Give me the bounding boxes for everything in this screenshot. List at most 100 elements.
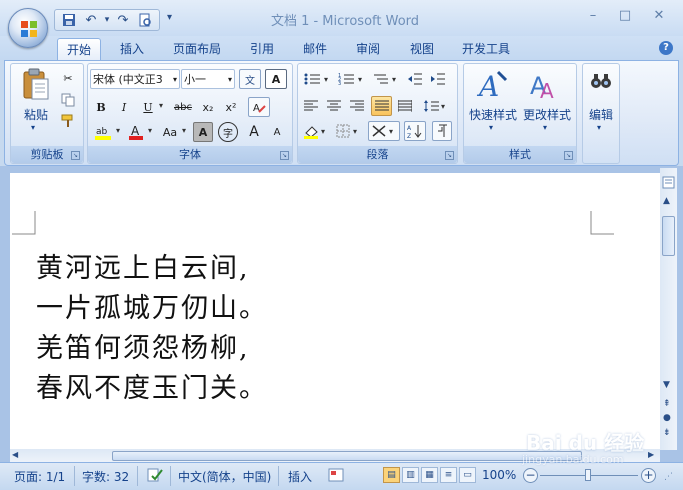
chevron-down-icon[interactable]: ▾: [489, 123, 493, 132]
chevron-down-icon[interactable]: ▾: [182, 126, 186, 135]
font-color-button[interactable]: A: [126, 122, 146, 142]
enclose-char-button[interactable]: 字: [218, 122, 238, 142]
scroll-left-icon[interactable]: ◀: [12, 450, 18, 459]
align-center-icon[interactable]: [324, 96, 344, 116]
editing-button[interactable]: 编辑: [582, 106, 620, 123]
insert-mode[interactable]: 插入: [288, 468, 312, 485]
copy-icon[interactable]: [58, 90, 78, 110]
highlight-button[interactable]: ab: [92, 122, 114, 142]
bold-button[interactable]: B: [92, 97, 110, 117]
tab-review[interactable]: 审阅: [348, 38, 388, 60]
tab-developer[interactable]: 开发工具: [454, 38, 518, 60]
dialog-launcher-icon[interactable]: ↘: [71, 151, 80, 160]
tab-references[interactable]: 引用: [242, 38, 282, 60]
borders-icon[interactable]: ▾: [334, 121, 364, 141]
scissors-icon[interactable]: ✂: [58, 68, 78, 88]
chevron-down-icon[interactable]: ▾: [103, 15, 111, 25]
phonetic-guide-button[interactable]: 文: [239, 69, 261, 89]
change-case-button[interactable]: Aa: [158, 122, 182, 142]
dialog-launcher-icon[interactable]: ↘: [564, 151, 573, 160]
previous-page-icon[interactable]: ⇞: [663, 399, 671, 409]
increase-indent-icon[interactable]: [428, 69, 448, 89]
resize-grip-icon[interactable]: ⋰: [664, 472, 673, 482]
paste-icon[interactable]: [21, 67, 51, 101]
tab-view[interactable]: 视图: [402, 38, 442, 60]
chevron-down-icon[interactable]: ▾: [148, 126, 152, 135]
align-left-icon[interactable]: [301, 96, 321, 116]
font-name-select[interactable]: 宋体 (中文正3 ▾: [90, 69, 180, 89]
chinese-layout-icon[interactable]: ▾: [368, 121, 400, 141]
chevron-down-icon[interactable]: ▾: [159, 101, 163, 110]
tab-mailings[interactable]: 邮件: [295, 38, 335, 60]
justify-icon[interactable]: [371, 96, 392, 116]
vertical-scroll-thumb[interactable]: [662, 216, 675, 256]
chevron-down-icon[interactable]: ▾: [597, 123, 601, 132]
save-icon[interactable]: [59, 11, 79, 29]
draft-view-icon[interactable]: ▭: [459, 467, 476, 483]
full-screen-reading-icon[interactable]: ▥: [402, 467, 419, 483]
zoom-slider-thumb[interactable]: [585, 469, 591, 481]
show-marks-icon[interactable]: [432, 121, 452, 141]
chevron-down-icon[interactable]: ▾: [543, 123, 547, 132]
decrease-indent-icon[interactable]: [405, 69, 425, 89]
align-right-icon[interactable]: [347, 96, 367, 116]
ruler-toggle-icon[interactable]: [662, 176, 675, 189]
macro-record-icon[interactable]: [328, 467, 344, 483]
paste-button[interactable]: 粘贴: [21, 106, 51, 123]
binoculars-icon[interactable]: [590, 72, 612, 90]
tab-page-layout[interactable]: 页面布局: [164, 38, 230, 60]
proofing-icon[interactable]: [146, 467, 164, 483]
underline-button[interactable]: U: [139, 97, 157, 117]
undo-icon[interactable]: ↶: [81, 11, 101, 29]
chevron-down-icon[interactable]: ▾: [31, 123, 35, 132]
select-browse-object-icon[interactable]: ●: [663, 413, 671, 423]
clear-formatting-icon[interactable]: A: [248, 97, 270, 117]
web-layout-icon[interactable]: ▦: [421, 467, 438, 483]
horizontal-scroll-thumb[interactable]: [112, 451, 582, 461]
shrink-font-button[interactable]: A: [267, 122, 287, 142]
change-styles-icon[interactable]: A A: [528, 68, 562, 102]
font-size-select[interactable]: 小一 ▾: [181, 69, 235, 89]
help-icon[interactable]: ?: [659, 41, 673, 55]
outline-view-icon[interactable]: ≡: [440, 467, 457, 483]
page-indicator[interactable]: 页面: 1/1: [14, 468, 65, 485]
quick-styles-icon[interactable]: A: [476, 68, 510, 102]
dialog-launcher-icon[interactable]: ↘: [445, 151, 454, 160]
change-styles-button[interactable]: 更改样式: [521, 106, 573, 123]
zoom-out-button[interactable]: −: [523, 468, 538, 483]
zoom-level[interactable]: 100%: [482, 468, 516, 482]
word-count[interactable]: 字数: 32: [82, 468, 129, 485]
bullets-icon[interactable]: ▾: [302, 69, 334, 89]
superscript-button[interactable]: x²: [221, 97, 241, 117]
scroll-down-icon[interactable]: ▼: [663, 380, 670, 390]
strikethrough-button[interactable]: abc: [171, 97, 195, 117]
document-page[interactable]: 黄河远上白云间, 一片孤城万仞山。 羌笛何须怨杨柳, 春风不度玉门关。: [10, 173, 660, 449]
tab-home[interactable]: 开始: [57, 38, 101, 60]
next-page-icon[interactable]: ⇟: [663, 428, 671, 438]
chevron-down-icon[interactable]: ▾: [116, 126, 120, 135]
print-preview-icon[interactable]: [135, 11, 155, 29]
multilevel-list-icon[interactable]: ▾: [370, 69, 402, 89]
redo-icon[interactable]: ↷: [113, 11, 133, 29]
close-button[interactable]: ✕: [646, 8, 672, 26]
maximize-button[interactable]: □: [612, 8, 638, 26]
char-border-button[interactable]: A: [265, 69, 287, 89]
sort-icon[interactable]: AZ: [404, 121, 426, 141]
subscript-button[interactable]: x₂: [198, 97, 218, 117]
char-shading-button[interactable]: A: [193, 122, 213, 142]
italic-button[interactable]: I: [115, 97, 133, 117]
shading-icon[interactable]: ▾: [301, 121, 331, 141]
office-button[interactable]: [8, 8, 48, 48]
grow-font-button[interactable]: A: [244, 122, 264, 142]
line-spacing-icon[interactable]: ▾: [421, 96, 449, 116]
zoom-in-button[interactable]: +: [641, 468, 656, 483]
scroll-up-icon[interactable]: ▲: [663, 196, 670, 206]
print-layout-view-icon[interactable]: ▤: [383, 467, 400, 483]
dialog-launcher-icon[interactable]: ↘: [280, 151, 289, 160]
distributed-icon[interactable]: [395, 96, 415, 116]
tab-insert[interactable]: 插入: [112, 38, 152, 60]
format-painter-icon[interactable]: [58, 111, 78, 131]
quick-styles-button[interactable]: 快速样式: [467, 106, 519, 123]
language-indicator[interactable]: 中文(简体，中国): [178, 468, 271, 485]
customize-qat-icon[interactable]: ▾: [167, 12, 172, 23]
